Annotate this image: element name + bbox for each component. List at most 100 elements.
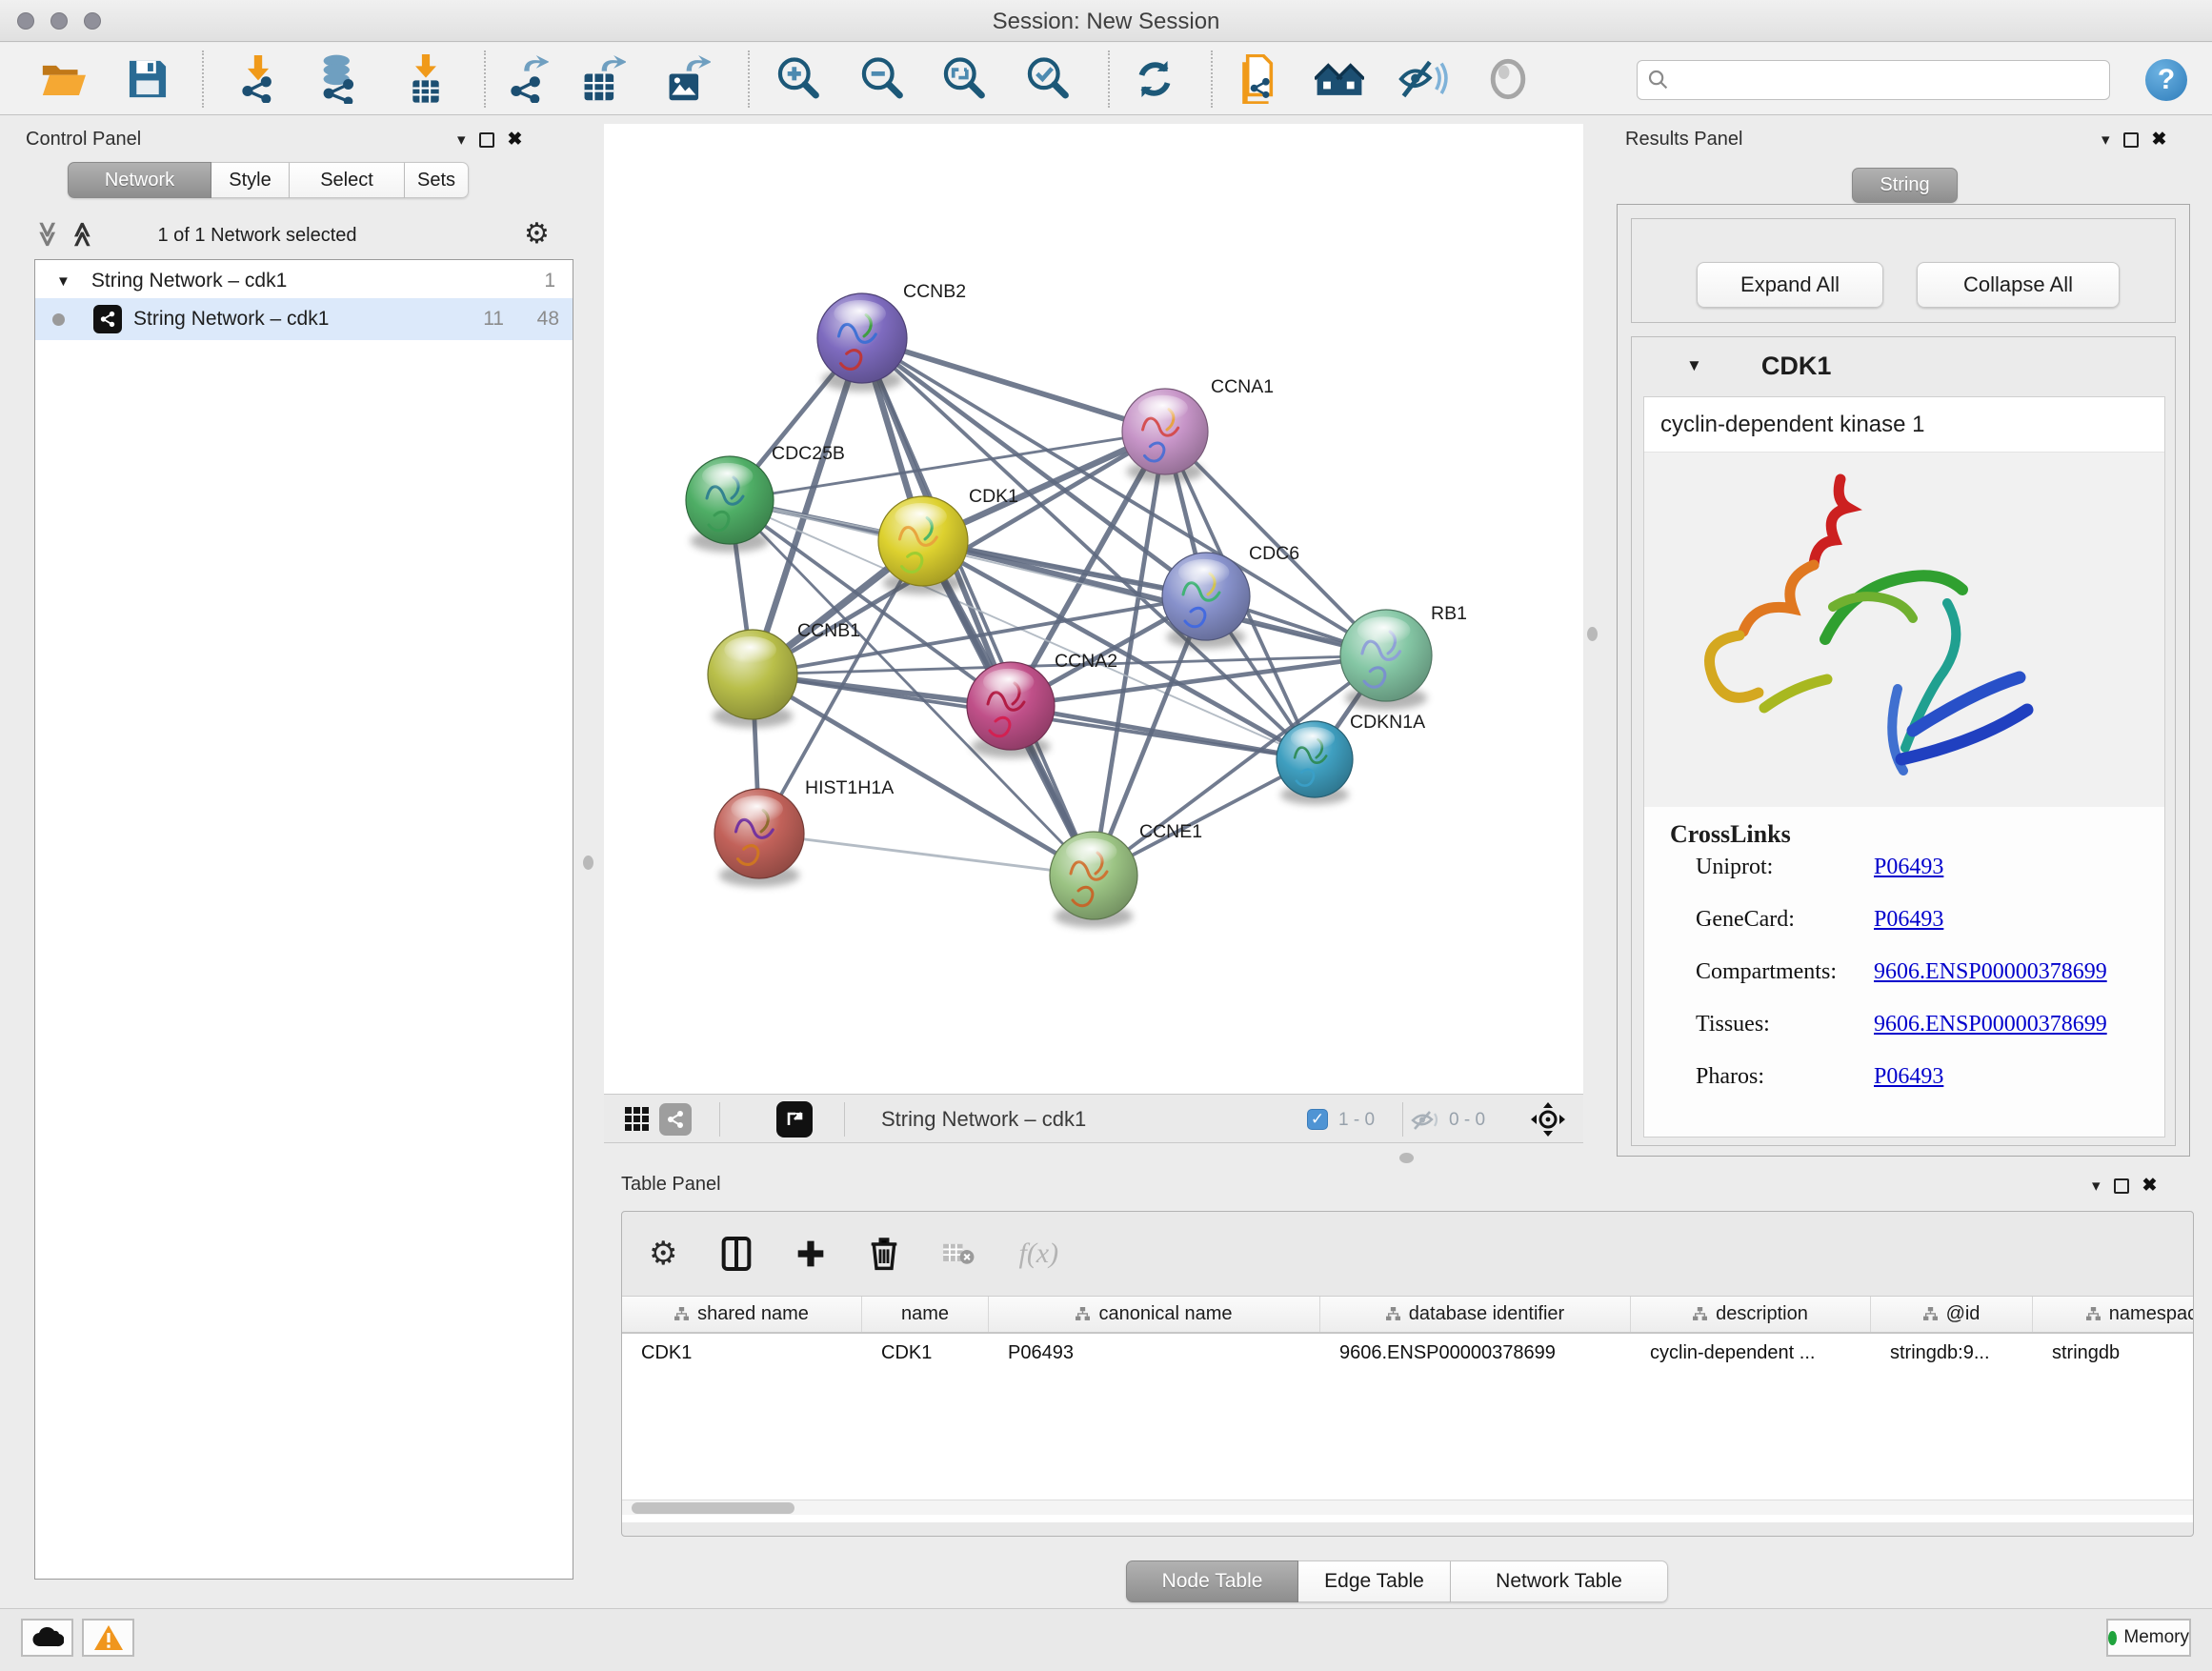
table-row[interactable]: CDK1CDK1P064939606.ENSP00000378699cyclin…	[622, 1334, 2193, 1372]
zoom-out-button[interactable]	[857, 54, 907, 104]
home-button[interactable]	[1315, 54, 1364, 104]
column-header-database-identifier[interactable]: database identifier	[1320, 1297, 1631, 1332]
crosslink-row: Tissues:9606.ENSP00000378699	[1696, 1012, 2164, 1037]
gene-details: cyclin-dependent kinase 1	[1643, 396, 2165, 1137]
cloud-button[interactable]	[21, 1619, 73, 1657]
column-header-shared-name[interactable]: shared name	[622, 1297, 862, 1332]
table-cell[interactable]: cyclin-dependent ...	[1631, 1334, 1871, 1372]
panel-float-icon[interactable]	[2114, 1178, 2129, 1194]
splitter-handle[interactable]	[1399, 1153, 1414, 1163]
eye-button[interactable]	[1483, 54, 1533, 104]
column-header-canonical-name[interactable]: canonical name	[989, 1297, 1320, 1332]
export-table-button[interactable]	[578, 54, 628, 104]
detach-view-button[interactable]	[776, 1101, 813, 1137]
tab-node-table[interactable]: Node Table	[1126, 1560, 1298, 1602]
table-settings-icon[interactable]: ⚙	[649, 1235, 677, 1273]
panel-menu-icon[interactable]: ▾	[2101, 131, 2110, 150]
clone-network-button[interactable]	[1235, 54, 1284, 104]
zoom-selected-icon	[1025, 56, 1071, 102]
section-collapse-icon[interactable]: ▼	[1686, 356, 1702, 375]
tab-style[interactable]: Style	[211, 162, 290, 198]
svg-text:CCNE1: CCNE1	[1139, 821, 1202, 842]
crosslinks-heading: CrossLinks	[1670, 820, 2164, 849]
collapse-all-button[interactable]: Collapse All	[1917, 262, 2120, 308]
table-cell[interactable]: P06493	[989, 1334, 1320, 1372]
crosslink-label: Compartments:	[1696, 959, 1874, 985]
add-column-icon[interactable]	[795, 1238, 826, 1269]
zoom-fit-button[interactable]	[939, 54, 989, 104]
delete-table-icon	[942, 1241, 975, 1266]
panel-close-icon[interactable]: ✖	[2152, 129, 2167, 151]
panel-close-icon[interactable]: ✖	[508, 129, 523, 151]
open-session-button[interactable]	[38, 54, 88, 104]
memory-button[interactable]: Memory	[2106, 1619, 2191, 1657]
column-header-namespace[interactable]: namespace	[2033, 1297, 2193, 1332]
table-cell[interactable]: CDK1	[622, 1334, 862, 1372]
column-header--id[interactable]: @id	[1871, 1297, 2033, 1332]
panel-menu-icon[interactable]: ▾	[2092, 1177, 2101, 1196]
panel-menu-icon[interactable]: ▾	[457, 131, 466, 150]
crosslink-link[interactable]: P06493	[1874, 907, 1943, 933]
gear-icon[interactable]: ⚙	[524, 217, 550, 251]
table-cell[interactable]: 9606.ENSP00000378699	[1320, 1334, 1631, 1372]
tree-expand-icon[interactable]: ▼	[56, 273, 70, 290]
column-header-description[interactable]: description	[1631, 1297, 1871, 1332]
save-session-button[interactable]	[123, 54, 172, 104]
scrollbar-thumb[interactable]	[632, 1502, 794, 1514]
cdk1-section-header[interactable]: ▼ CDK1	[1632, 337, 2175, 394]
table-cell[interactable]: stringdb:9...	[1871, 1334, 2033, 1372]
network-row-selected[interactable]: String Network – cdk1 11 48	[35, 298, 573, 340]
birds-eye-view-icon[interactable]	[625, 1107, 649, 1131]
import-table-button[interactable]	[401, 54, 451, 104]
splitter-handle[interactable]	[583, 856, 593, 870]
tab-sets[interactable]: Sets	[405, 162, 469, 198]
table-cell[interactable]: stringdb	[2033, 1334, 2193, 1372]
selected-checkbox-icon[interactable]: ✓	[1307, 1109, 1328, 1130]
import-network-database-button[interactable]	[314, 54, 364, 104]
pan-crosshair-icon[interactable]	[1530, 1101, 1566, 1142]
network-share-icon[interactable]	[659, 1103, 692, 1136]
zoom-fit-icon	[941, 56, 987, 102]
zoom-in-button[interactable]	[774, 54, 823, 104]
database-import-icon	[316, 54, 362, 104]
columns-icon[interactable]	[721, 1236, 752, 1272]
search-input[interactable]	[1670, 70, 2089, 91]
svg-text:CCNB1: CCNB1	[797, 620, 860, 641]
expand-all-button[interactable]: Expand All	[1697, 262, 1883, 308]
warning-button[interactable]	[82, 1619, 134, 1657]
hidden-eye-icon[interactable]	[1410, 1110, 1440, 1136]
crosslink-link[interactable]: P06493	[1874, 1064, 1943, 1090]
table-type-tabs: Node TableEdge TableNetwork Table	[1126, 1560, 1668, 1602]
export-network-button[interactable]	[502, 54, 552, 104]
crosslink-link[interactable]: 9606.ENSP00000378699	[1874, 959, 2107, 985]
crosslink-link[interactable]: 9606.ENSP00000378699	[1874, 1012, 2107, 1037]
export-table-icon	[580, 55, 626, 103]
control-panel-title: Control Panel	[26, 129, 141, 151]
tab-string[interactable]: String	[1852, 168, 1958, 203]
help-button[interactable]: ?	[2145, 59, 2187, 101]
panel-close-icon[interactable]: ✖	[2142, 1175, 2158, 1197]
crosslink-link[interactable]: P06493	[1874, 855, 1943, 880]
import-network-file-button[interactable]	[233, 54, 283, 104]
show-hide-graphics-button[interactable]	[1398, 54, 1448, 104]
zoom-selected-button[interactable]	[1023, 54, 1073, 104]
table-cell[interactable]: CDK1	[862, 1334, 989, 1372]
network-collection-row[interactable]: ▼ String Network – cdk1 1	[35, 260, 573, 298]
tab-network-table[interactable]: Network Table	[1451, 1560, 1668, 1602]
delete-column-icon[interactable]	[870, 1237, 898, 1271]
refresh-button[interactable]	[1130, 54, 1179, 104]
string-network-graph[interactable]: CCNB2CCNA1CDC25BCDK1CDC6RB1CCNB1CCNA2CDK…	[604, 124, 1583, 1094]
toolbar-separator	[1108, 50, 1110, 108]
panel-float-icon[interactable]	[2123, 132, 2139, 148]
column-header-name[interactable]: name	[862, 1297, 989, 1332]
panel-float-icon[interactable]	[479, 132, 494, 148]
splitter-handle[interactable]	[1587, 627, 1598, 641]
network-canvas[interactable]: CCNB2CCNA1CDC25BCDK1CDC6RB1CCNB1CCNA2CDK…	[604, 124, 1583, 1094]
tab-edge-table[interactable]: Edge Table	[1298, 1560, 1451, 1602]
tab-select[interactable]: Select	[290, 162, 405, 198]
export-image-button[interactable]	[663, 54, 713, 104]
network-view-toolbar: String Network – cdk1 ✓ 1 - 0 0 - 0	[604, 1094, 1583, 1143]
toolbar-separator	[1211, 50, 1213, 108]
table-horizontal-scrollbar[interactable]	[622, 1500, 2193, 1515]
tab-network[interactable]: Network	[68, 162, 211, 198]
